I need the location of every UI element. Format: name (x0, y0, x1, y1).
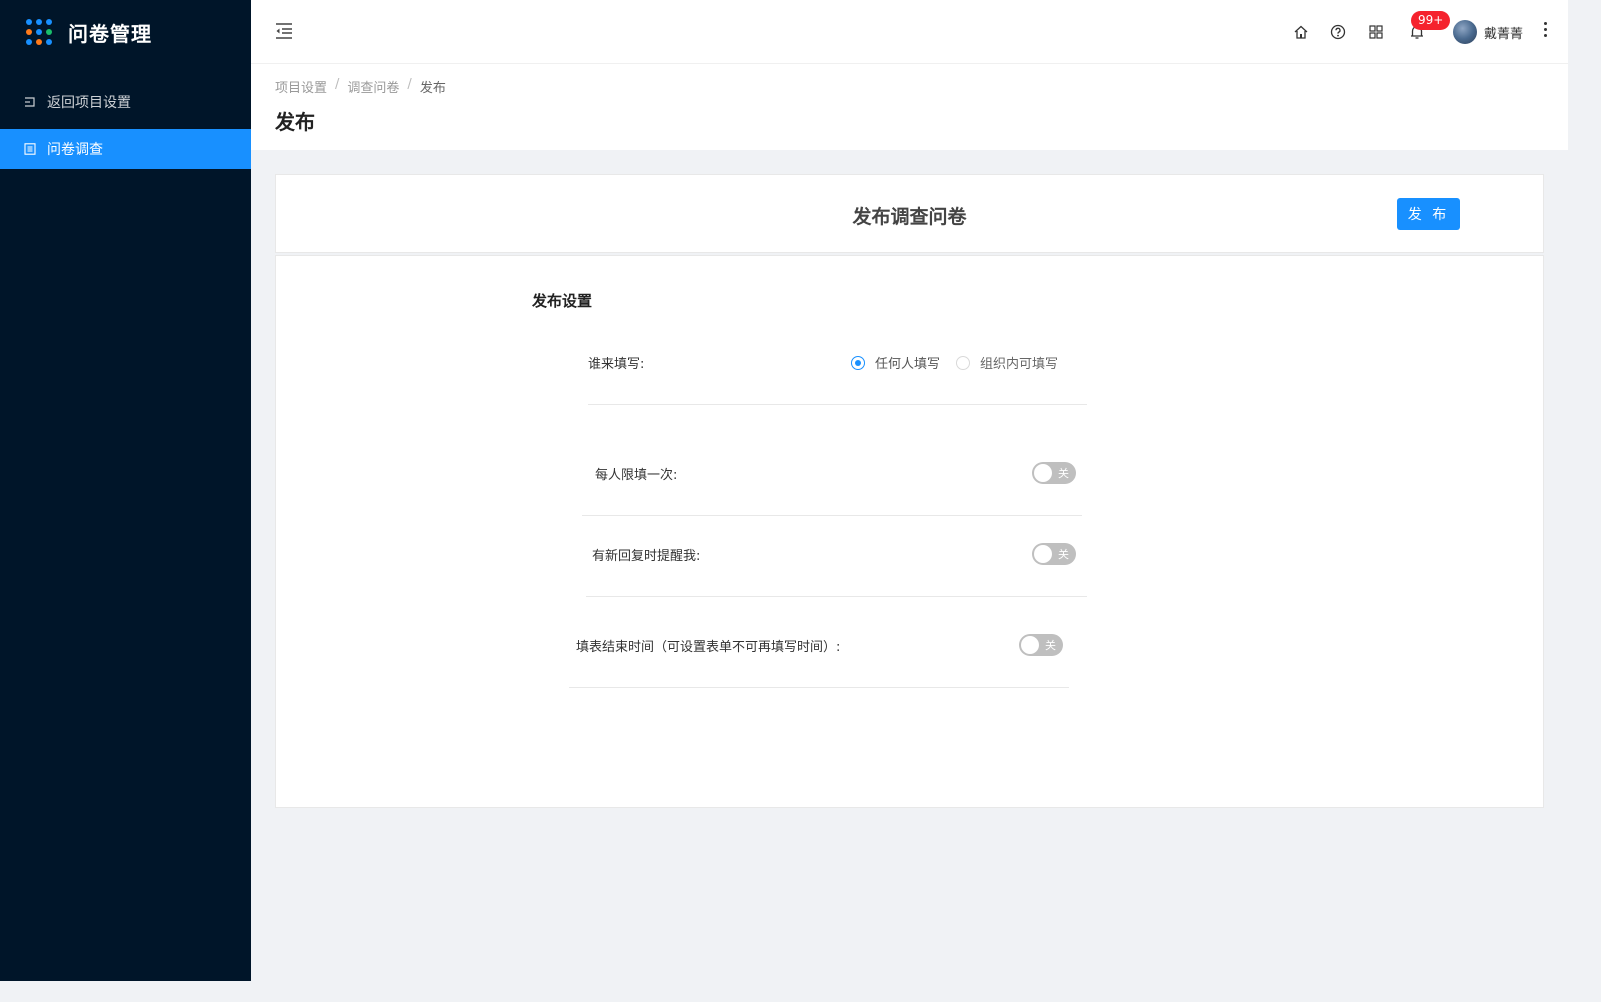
divider (569, 687, 1069, 688)
breadcrumb: 项目设置 / 调查问卷 / 发布 (275, 77, 446, 96)
top-header: 99+ 戴菁菁 (251, 0, 1568, 64)
publish-card-title: 发布调查问卷 (852, 206, 967, 228)
radio-label: 组织内可填写 (980, 357, 1059, 372)
user-name[interactable]: 戴菁菁 (1484, 23, 1523, 42)
help-icon[interactable] (1330, 24, 1346, 40)
switch-state-text: 关 (1058, 548, 1069, 561)
notify-reply-switch[interactable]: 关 (1032, 543, 1076, 565)
return-icon (24, 96, 36, 108)
notification-badge: 99+ (1411, 11, 1451, 30)
home-icon[interactable] (1293, 24, 1309, 40)
once-per-person-label: 每人限填一次: (595, 468, 678, 483)
breadcrumb-separator: / (335, 77, 340, 92)
document-icon (24, 143, 36, 155)
divider (588, 404, 1087, 405)
notify-reply-label: 有新回复时提醒我: (592, 549, 701, 564)
who-fill-label: 谁来填写: (588, 357, 645, 372)
end-time-switch[interactable]: 关 (1019, 634, 1063, 656)
sidebar-item-label: 返回项目设置 (47, 95, 131, 111)
sidebar: 问卷管理 返回项目设置 问卷调查 (0, 0, 251, 981)
switch-state-text: 关 (1045, 639, 1056, 652)
switch-state-text: 关 (1058, 467, 1069, 480)
who-fill-radio-group: 任何人填写 组织内可填写 (851, 353, 1058, 372)
sidebar-item-back-to-project-settings[interactable]: 返回项目设置 (0, 82, 251, 122)
radio-unchecked-icon (956, 355, 971, 370)
switch-knob (1021, 636, 1039, 654)
breadcrumb-separator: / (407, 77, 412, 92)
radio-label: 任何人填写 (875, 357, 941, 372)
publish-button[interactable]: 发 布 (1397, 198, 1460, 230)
sidebar-item-survey[interactable]: 问卷调查 (0, 129, 251, 169)
apps-logo-icon (26, 19, 52, 45)
switch-knob (1034, 464, 1052, 482)
radio-checked-icon (851, 355, 865, 370)
app-title: 问卷管理 (68, 21, 152, 46)
breadcrumb-current: 发布 (419, 81, 446, 96)
app-logo[interactable]: 问卷管理 (26, 18, 152, 46)
breadcrumb-survey[interactable]: 调查问卷 (347, 77, 399, 96)
switch-knob (1034, 545, 1052, 563)
page-header: 项目设置 / 调查问卷 / 发布 发布 (251, 64, 1568, 150)
end-time-label: 填表结束时间（可设置表单不可再填写时间）: (576, 640, 841, 655)
publish-header-card: 发布调查问卷 发 布 (275, 174, 1544, 253)
page-title: 发布 (275, 110, 315, 134)
more-vertical-icon[interactable] (1541, 20, 1549, 40)
divider (582, 515, 1082, 516)
menu-collapse-icon[interactable] (275, 22, 293, 40)
apps-grid-icon[interactable] (1368, 24, 1384, 40)
breadcrumb-project-settings[interactable]: 项目设置 (275, 77, 327, 96)
divider (586, 596, 1087, 597)
sidebar-item-label: 问卷调查 (47, 142, 103, 158)
radio-anyone[interactable]: 任何人填写 (851, 353, 940, 372)
once-per-person-switch[interactable]: 关 (1032, 462, 1076, 484)
publish-settings-card: 发布设置 谁来填写: 任何人填写 组织内可填写 每人限填一次: 关 有新回复时提… (275, 255, 1544, 808)
radio-org-only[interactable]: 组织内可填写 (956, 353, 1058, 372)
avatar[interactable] (1453, 20, 1477, 44)
section-title: 发布设置 (532, 292, 593, 310)
